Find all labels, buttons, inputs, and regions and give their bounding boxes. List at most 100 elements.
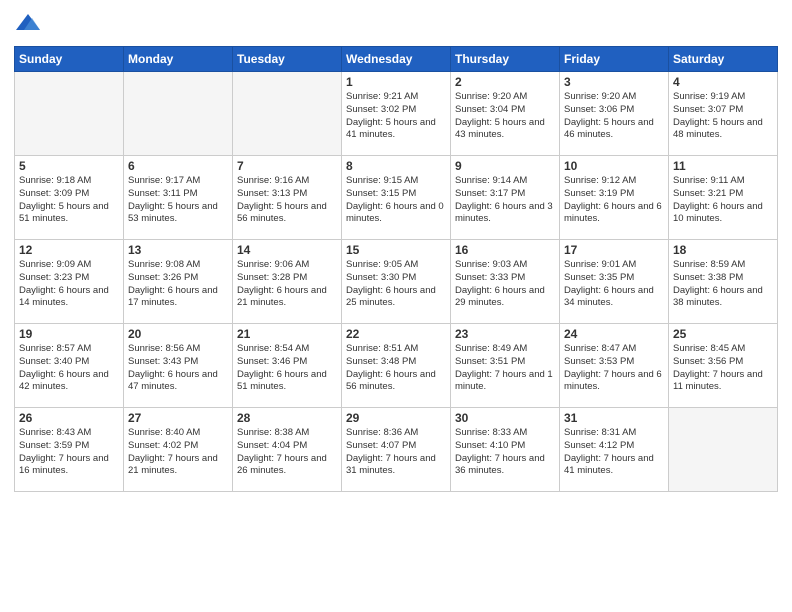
calendar-cell: 28 Sunrise: 8:38 AM Sunset: 4:04 PM Dayli… — [233, 408, 342, 492]
day-info: Sunrise: 9:17 AM Sunset: 3:11 PM Dayligh… — [128, 175, 228, 226]
calendar-cell: 19 Sunrise: 8:57 AM Sunset: 3:40 PM Dayli… — [15, 324, 124, 408]
day-info: Sunrise: 8:51 AM Sunset: 3:48 PM Dayligh… — [346, 343, 446, 394]
day-info: Sunrise: 8:59 AM Sunset: 3:38 PM Dayligh… — [673, 259, 773, 310]
calendar-table: SundayMondayTuesdayWednesdayThursdayFrid… — [14, 46, 778, 492]
day-number: 4 — [673, 75, 773, 89]
weekday-header-thursday: Thursday — [451, 47, 560, 72]
day-info: Sunrise: 8:45 AM Sunset: 3:56 PM Dayligh… — [673, 343, 773, 394]
day-info: Sunrise: 9:05 AM Sunset: 3:30 PM Dayligh… — [346, 259, 446, 310]
day-info: Sunrise: 8:38 AM Sunset: 4:04 PM Dayligh… — [237, 427, 337, 478]
day-number: 22 — [346, 327, 446, 341]
day-number: 16 — [455, 243, 555, 257]
day-info: Sunrise: 9:03 AM Sunset: 3:33 PM Dayligh… — [455, 259, 555, 310]
day-info: Sunrise: 9:14 AM Sunset: 3:17 PM Dayligh… — [455, 175, 555, 226]
day-number: 13 — [128, 243, 228, 257]
calendar-cell: 13 Sunrise: 9:08 AM Sunset: 3:26 PM Dayli… — [124, 240, 233, 324]
weekday-header-saturday: Saturday — [669, 47, 778, 72]
header — [14, 10, 778, 38]
logo — [14, 10, 46, 38]
calendar-cell: 12Sunrise: 9:09 AM Sunset: 3:23 PM Dayli… — [15, 240, 124, 324]
calendar-week-row: 19 Sunrise: 8:57 AM Sunset: 3:40 PM Dayli… — [15, 324, 778, 408]
calendar-cell: 30Sunrise: 8:33 AM Sunset: 4:10 PM Dayli… — [451, 408, 560, 492]
calendar-cell: 17 Sunrise: 9:01 AM Sunset: 3:35 PM Dayli… — [560, 240, 669, 324]
day-info: Sunrise: 8:36 AM Sunset: 4:07 PM Dayligh… — [346, 427, 446, 478]
calendar-cell: 22 Sunrise: 8:51 AM Sunset: 3:48 PM Dayli… — [342, 324, 451, 408]
calendar-cell: 27 Sunrise: 8:40 AM Sunset: 4:02 PM Dayli… — [124, 408, 233, 492]
calendar-cell: 31 Sunrise: 8:31 AM Sunset: 4:12 PM Dayli… — [560, 408, 669, 492]
day-number: 1 — [346, 75, 446, 89]
day-info: Sunrise: 9:18 AM Sunset: 3:09 PM Dayligh… — [19, 175, 119, 226]
day-info: Sunrise: 9:20 AM Sunset: 3:06 PM Dayligh… — [564, 91, 664, 142]
calendar-cell: 9 Sunrise: 9:14 AM Sunset: 3:17 PM Daylig… — [451, 156, 560, 240]
day-info: Sunrise: 9:21 AM Sunset: 3:02 PM Dayligh… — [346, 91, 446, 142]
day-info: Sunrise: 8:56 AM Sunset: 3:43 PM Dayligh… — [128, 343, 228, 394]
calendar-cell: 7 Sunrise: 9:16 AM Sunset: 3:13 PM Daylig… — [233, 156, 342, 240]
day-number: 9 — [455, 159, 555, 173]
calendar-cell: 29 Sunrise: 8:36 AM Sunset: 4:07 PM Dayli… — [342, 408, 451, 492]
calendar-cell — [233, 72, 342, 156]
day-info: Sunrise: 9:01 AM Sunset: 3:35 PM Dayligh… — [564, 259, 664, 310]
day-info: Sunrise: 9:08 AM Sunset: 3:26 PM Dayligh… — [128, 259, 228, 310]
day-number: 23 — [455, 327, 555, 341]
day-number: 5 — [19, 159, 119, 173]
day-number: 29 — [346, 411, 446, 425]
day-number: 3 — [564, 75, 664, 89]
day-info: Sunrise: 8:49 AM Sunset: 3:51 PM Dayligh… — [455, 343, 555, 394]
page: SundayMondayTuesdayWednesdayThursdayFrid… — [0, 0, 792, 612]
calendar-cell: 2 Sunrise: 9:20 AM Sunset: 3:04 PM Daylig… — [451, 72, 560, 156]
day-number: 6 — [128, 159, 228, 173]
calendar-cell: 25 Sunrise: 8:45 AM Sunset: 3:56 PM Dayli… — [669, 324, 778, 408]
day-number: 10 — [564, 159, 664, 173]
weekday-header-wednesday: Wednesday — [342, 47, 451, 72]
calendar-cell — [124, 72, 233, 156]
calendar-cell: 10 Sunrise: 9:12 AM Sunset: 3:19 PM Dayli… — [560, 156, 669, 240]
day-info: Sunrise: 9:15 AM Sunset: 3:15 PM Dayligh… — [346, 175, 446, 226]
calendar-cell: 16 Sunrise: 9:03 AM Sunset: 3:33 PM Dayli… — [451, 240, 560, 324]
day-number: 26 — [19, 411, 119, 425]
calendar-cell: 1 Sunrise: 9:21 AM Sunset: 3:02 PM Daylig… — [342, 72, 451, 156]
day-info: Sunrise: 8:54 AM Sunset: 3:46 PM Dayligh… — [237, 343, 337, 394]
calendar-cell: 21 Sunrise: 8:54 AM Sunset: 3:46 PM Dayli… — [233, 324, 342, 408]
day-number: 14 — [237, 243, 337, 257]
day-number: 27 — [128, 411, 228, 425]
day-number: 24 — [564, 327, 664, 341]
day-info: Sunrise: 8:43 AM Sunset: 3:59 PM Dayligh… — [19, 427, 119, 478]
weekday-header-row: SundayMondayTuesdayWednesdayThursdayFrid… — [15, 47, 778, 72]
day-number: 31 — [564, 411, 664, 425]
day-number: 19 — [19, 327, 119, 341]
calendar-cell: 26 Sunrise: 8:43 AM Sunset: 3:59 PM Dayli… — [15, 408, 124, 492]
day-number: 18 — [673, 243, 773, 257]
calendar-cell: 18 Sunrise: 8:59 AM Sunset: 3:38 PM Dayli… — [669, 240, 778, 324]
day-number: 20 — [128, 327, 228, 341]
day-info: Sunrise: 9:16 AM Sunset: 3:13 PM Dayligh… — [237, 175, 337, 226]
day-info: Sunrise: 9:20 AM Sunset: 3:04 PM Dayligh… — [455, 91, 555, 142]
weekday-header-tuesday: Tuesday — [233, 47, 342, 72]
calendar-cell: 5 Sunrise: 9:18 AM Sunset: 3:09 PM Daylig… — [15, 156, 124, 240]
day-number: 8 — [346, 159, 446, 173]
day-info: Sunrise: 8:40 AM Sunset: 4:02 PM Dayligh… — [128, 427, 228, 478]
calendar-week-row: 12Sunrise: 9:09 AM Sunset: 3:23 PM Dayli… — [15, 240, 778, 324]
day-info: Sunrise: 8:47 AM Sunset: 3:53 PM Dayligh… — [564, 343, 664, 394]
calendar-cell: 23 Sunrise: 8:49 AM Sunset: 3:51 PM Dayli… — [451, 324, 560, 408]
day-number: 21 — [237, 327, 337, 341]
day-info: Sunrise: 8:57 AM Sunset: 3:40 PM Dayligh… — [19, 343, 119, 394]
calendar-week-row: 5 Sunrise: 9:18 AM Sunset: 3:09 PM Daylig… — [15, 156, 778, 240]
day-number: 28 — [237, 411, 337, 425]
weekday-header-monday: Monday — [124, 47, 233, 72]
weekday-header-friday: Friday — [560, 47, 669, 72]
day-info: Sunrise: 8:31 AM Sunset: 4:12 PM Dayligh… — [564, 427, 664, 478]
day-number: 7 — [237, 159, 337, 173]
calendar-cell: 20 Sunrise: 8:56 AM Sunset: 3:43 PM Dayli… — [124, 324, 233, 408]
calendar-cell: 11 Sunrise: 9:11 AM Sunset: 3:21 PM Dayli… — [669, 156, 778, 240]
day-number: 25 — [673, 327, 773, 341]
day-info: Sunrise: 9:09 AM Sunset: 3:23 PM Dayligh… — [19, 259, 119, 310]
day-number: 17 — [564, 243, 664, 257]
day-info: Sunrise: 9:11 AM Sunset: 3:21 PM Dayligh… — [673, 175, 773, 226]
calendar-cell: 3 Sunrise: 9:20 AM Sunset: 3:06 PM Daylig… — [560, 72, 669, 156]
day-info: Sunrise: 9:12 AM Sunset: 3:19 PM Dayligh… — [564, 175, 664, 226]
calendar-cell: 14Sunrise: 9:06 AM Sunset: 3:28 PM Dayli… — [233, 240, 342, 324]
day-number: 11 — [673, 159, 773, 173]
day-number: 2 — [455, 75, 555, 89]
day-number: 30 — [455, 411, 555, 425]
calendar-cell: 24 Sunrise: 8:47 AM Sunset: 3:53 PM Dayli… — [560, 324, 669, 408]
